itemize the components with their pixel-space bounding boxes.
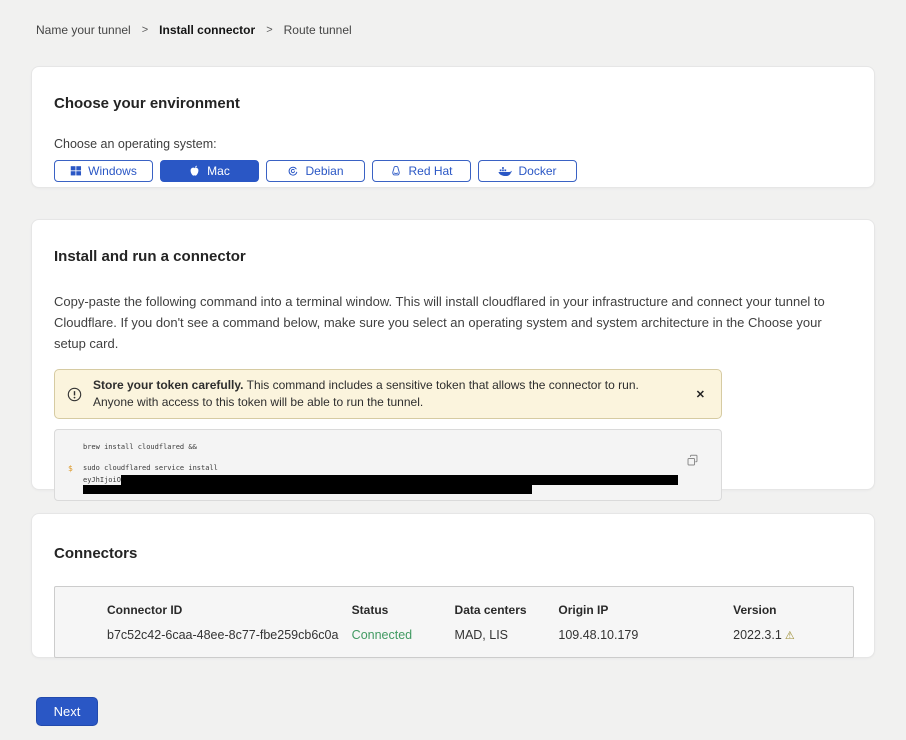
version-value: 2022.3.1⚠ [733,628,853,642]
connector-table-row: b7c52c42-6caa-48ee-8c77-fbe259cb6c0a Con… [107,628,853,642]
terminal-token-line: eyJhIjoiO [83,475,721,485]
token-warning-text: Store your token carefully. This command… [93,377,653,411]
connector-id-value: b7c52c42-6caa-48ee-8c77-fbe259cb6c0a [107,628,352,642]
token-prefix: eyJhIjoiO [83,476,121,485]
os-button-windows[interactable]: Windows [54,160,153,182]
os-button-redhat[interactable]: Red Hat [372,160,471,182]
col-header-version: Version [733,603,853,617]
breadcrumb: Name your tunnel > Install connector > R… [36,23,352,37]
terminal-line-brew: brew install cloudflared && [83,443,721,452]
copy-icon[interactable] [686,454,699,470]
col-header-status: Status [352,603,455,617]
col-header-connector-id: Connector ID [107,603,352,617]
col-header-data-centers: Data centers [455,603,559,617]
debian-icon [287,165,299,177]
breadcrumb-route-tunnel[interactable]: Route tunnel [284,23,352,37]
token-warning-bold: Store your token carefully. [93,378,244,392]
data-centers-value: MAD, LIS [455,628,559,642]
os-button-label: Mac [207,164,230,178]
token-warning-banner: Store your token carefully. This command… [54,369,722,419]
os-button-label: Windows [88,164,137,178]
os-select-label: Choose an operating system: [54,137,852,151]
choose-environment-card: Choose your environment Choose an operat… [31,66,875,188]
version-number: 2022.3.1 [733,628,782,642]
origin-ip-value: 109.48.10.179 [558,628,733,642]
environment-card-title: Choose your environment [54,95,852,112]
apple-icon [189,165,201,177]
os-button-docker[interactable]: Docker [478,160,577,182]
os-button-group: Windows Mac Debian Red Hat [54,160,852,182]
os-button-label: Red Hat [408,164,452,178]
version-warning-icon: ⚠ [785,630,795,642]
close-icon[interactable]: ✕ [692,386,709,403]
install-description: Copy-paste the following command into a … [54,291,848,354]
breadcrumb-separator: > [266,24,272,36]
redacted-token-bar-2 [83,485,532,494]
breadcrumb-install-connector[interactable]: Install connector [159,23,255,37]
col-header-origin-ip: Origin IP [558,603,733,617]
alert-circle-icon [67,387,82,402]
os-button-debian[interactable]: Debian [266,160,365,182]
connectors-card-title: Connectors [54,545,852,562]
breadcrumb-name-your-tunnel[interactable]: Name your tunnel [36,23,131,37]
os-button-label: Debian [305,164,343,178]
connectors-table: Connector ID Status Data centers Origin … [54,586,854,658]
windows-icon [70,165,82,177]
status-badge: Connected [352,628,455,642]
tunnel-setup-page: Name your tunnel > Install connector > R… [0,0,906,740]
install-connector-card: Install and run a connector Copy-paste t… [31,219,875,490]
terminal-prompt: $ [68,464,73,473]
install-card-title: Install and run a connector [54,248,852,265]
redacted-token-bar-1 [121,475,678,485]
os-button-mac[interactable]: Mac [160,160,259,182]
terminal-line-sudo: sudo cloudflared service install [83,464,721,473]
connectors-card: Connectors Connector ID Status Data cent… [31,513,875,658]
connectors-table-header: Connector ID Status Data centers Origin … [107,603,853,617]
breadcrumb-separator: > [142,24,148,36]
next-button[interactable]: Next [36,697,98,726]
docker-icon [498,166,512,177]
os-button-label: Docker [518,164,556,178]
redhat-icon [390,165,402,177]
install-command-terminal: brew install cloudflared && $ sudo cloud… [54,429,722,501]
